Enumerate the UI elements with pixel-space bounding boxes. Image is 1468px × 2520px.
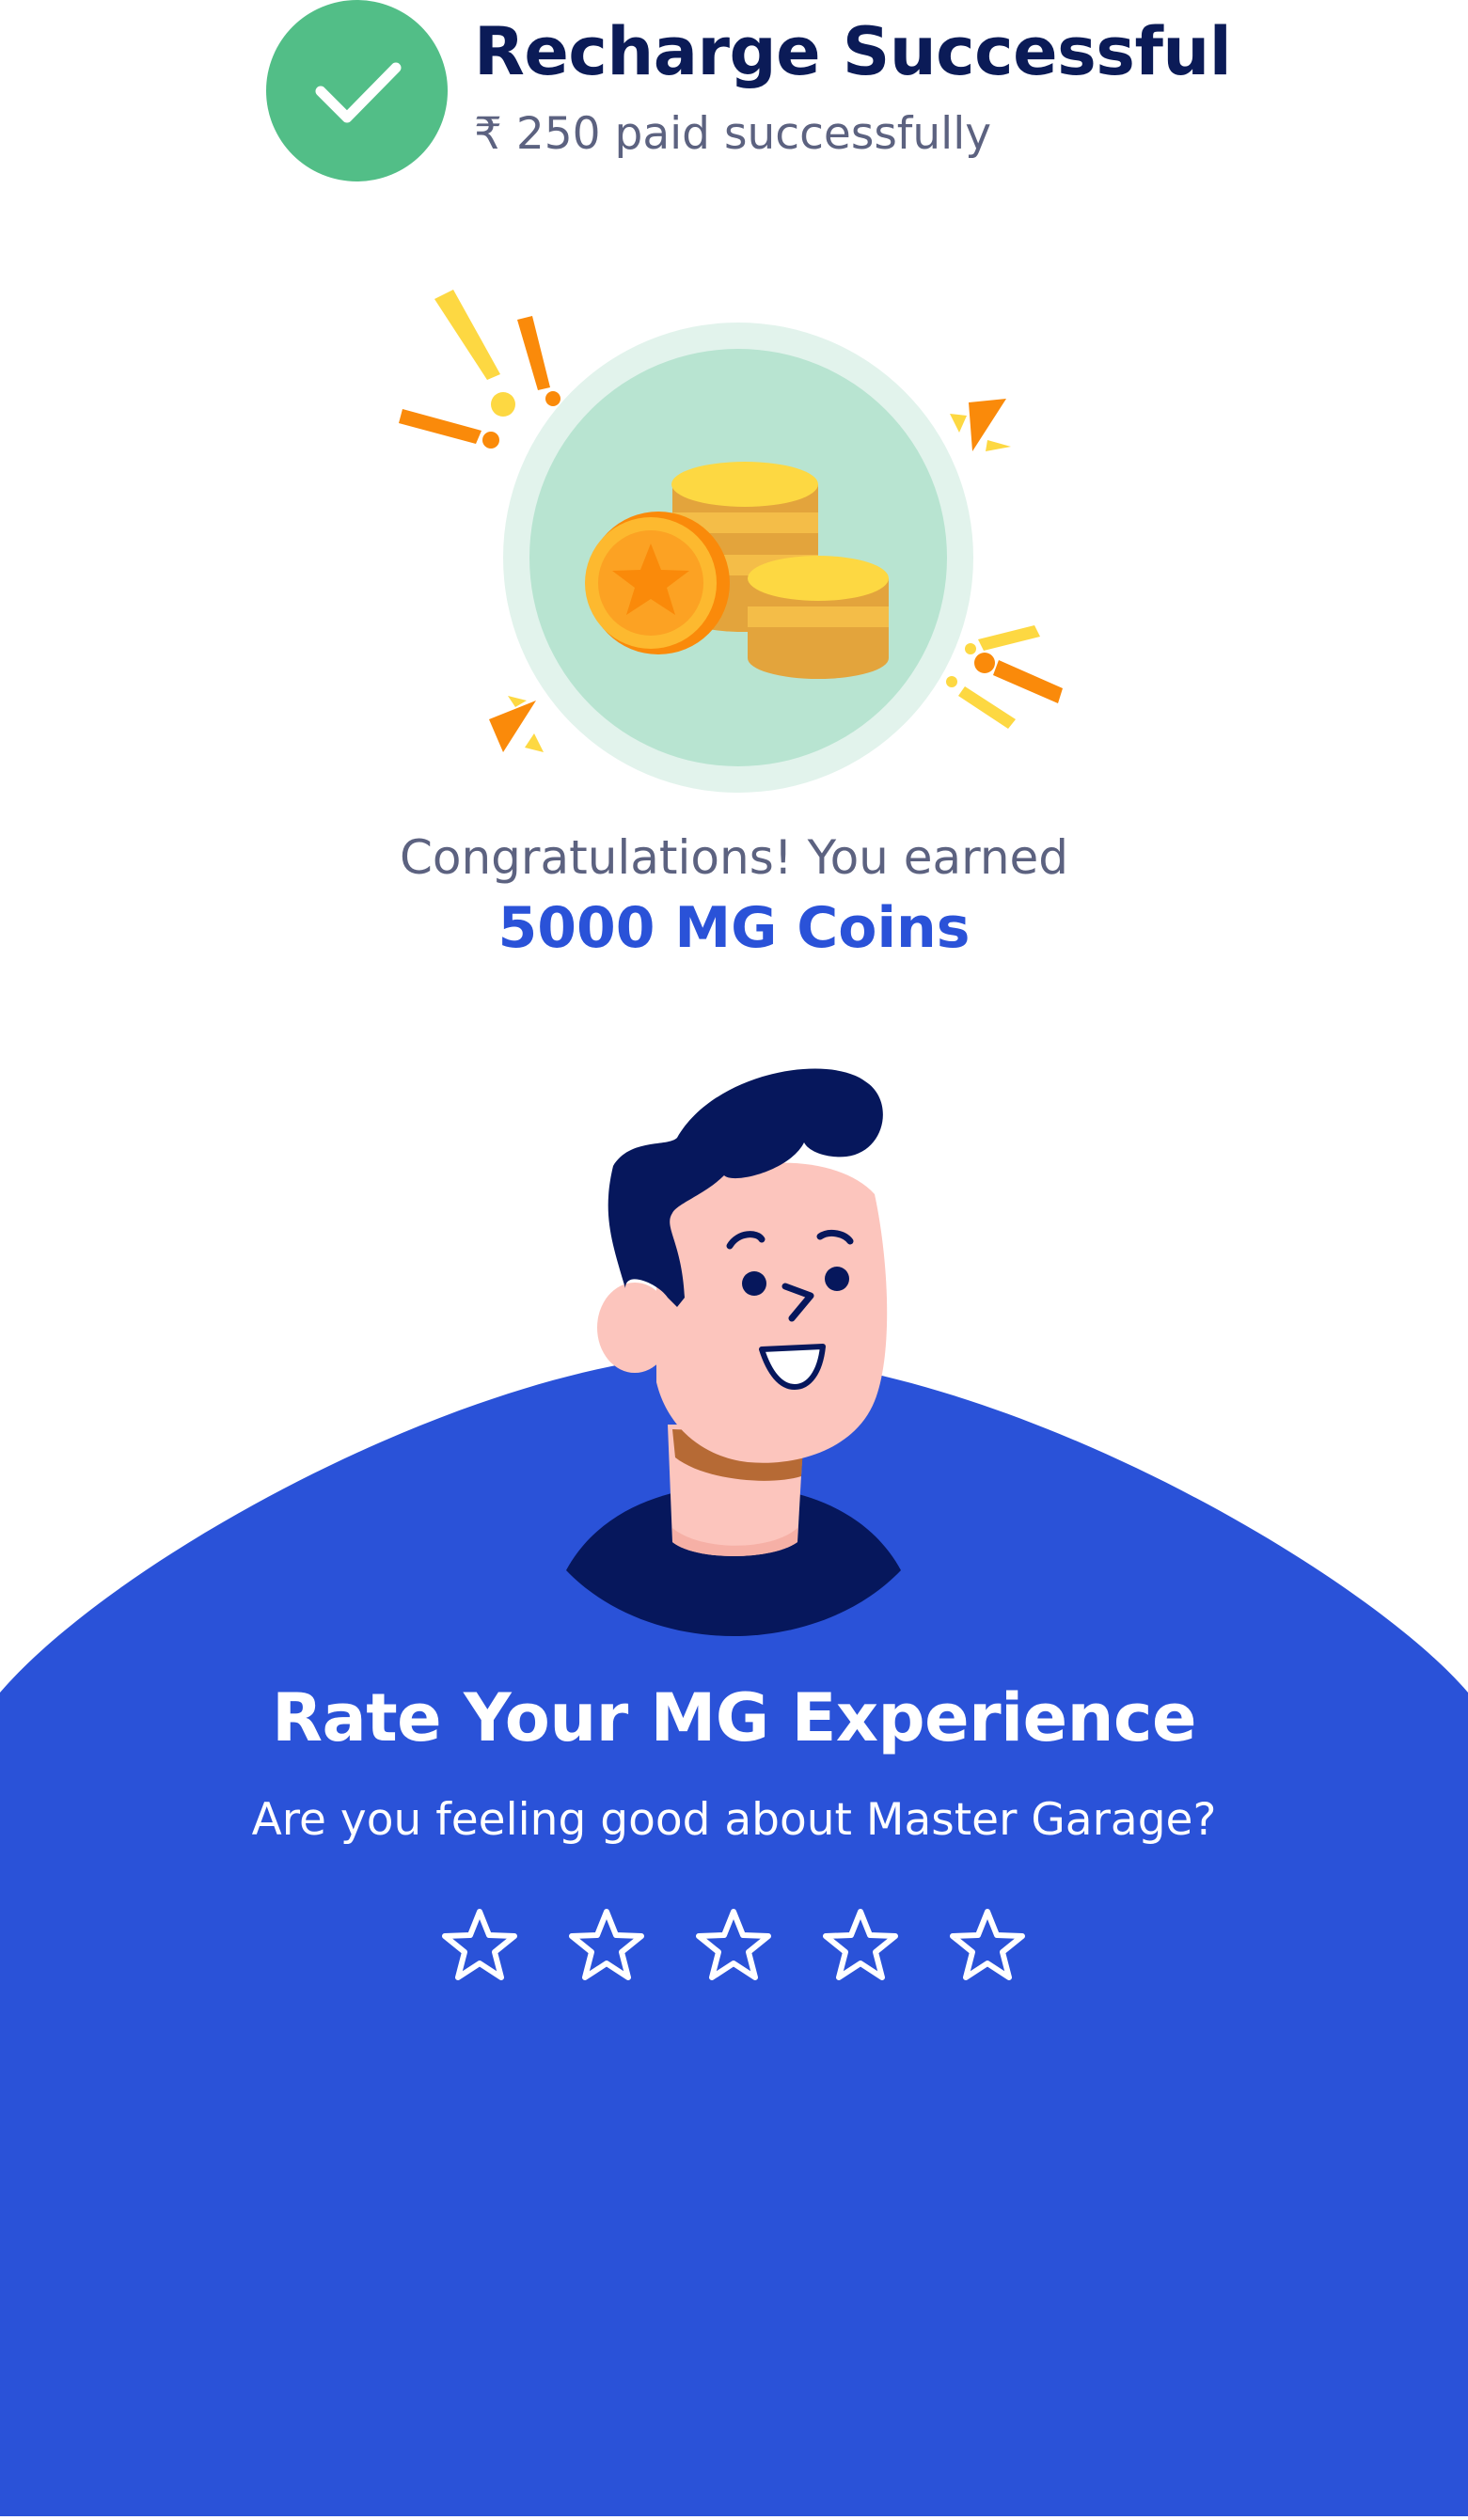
star-2-button[interactable] — [564, 1904, 649, 1989]
star-outline-icon — [823, 1909, 898, 1980]
star-4-button[interactable] — [818, 1904, 903, 1989]
star-3-button[interactable] — [691, 1904, 776, 1989]
success-header: Recharge Successful ₹ 250 paid successfu… — [0, 0, 1468, 188]
star-outline-icon — [696, 1909, 771, 1980]
payment-amount-text: ₹ 250 paid successfully — [474, 108, 992, 160]
star-outline-icon — [950, 1909, 1025, 1980]
coins-illustration — [376, 282, 1091, 809]
check-circle-icon — [266, 0, 448, 181]
star-rating — [437, 1904, 1030, 1989]
rating-title: Rate Your MG Experience — [272, 1679, 1196, 1756]
star-outline-icon — [569, 1909, 644, 1980]
star-5-button[interactable] — [945, 1904, 1030, 1989]
coins-earned-amount: 5000 MG Coins — [497, 895, 971, 961]
congrats-text: Congratulations! You earned — [399, 830, 1069, 885]
rating-question: Are you feeling good about Master Garage… — [251, 1794, 1217, 1846]
avatar-illustration — [545, 1053, 922, 1646]
star-1-button[interactable] — [437, 1904, 522, 1989]
page-title: Recharge Successful — [474, 13, 1232, 90]
star-outline-icon — [442, 1909, 517, 1980]
